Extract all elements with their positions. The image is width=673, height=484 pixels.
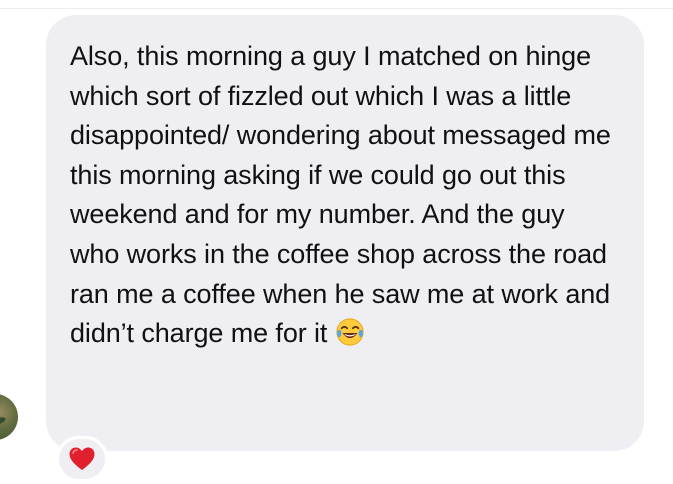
red-heart-icon [69, 447, 95, 470]
sender-avatar[interactable] [0, 394, 18, 440]
message-bubble[interactable]: Also, this morning a guy I matched on hi… [46, 15, 644, 451]
avatar-detail [0, 415, 7, 427]
message-text: Also, this morning a guy I matched on hi… [70, 41, 611, 349]
face-with-tears-of-joy-icon [336, 318, 364, 346]
message-text-container: Also, this morning a guy I matched on hi… [70, 37, 620, 354]
heart-reaction[interactable] [56, 436, 108, 482]
top-divider [0, 8, 673, 9]
